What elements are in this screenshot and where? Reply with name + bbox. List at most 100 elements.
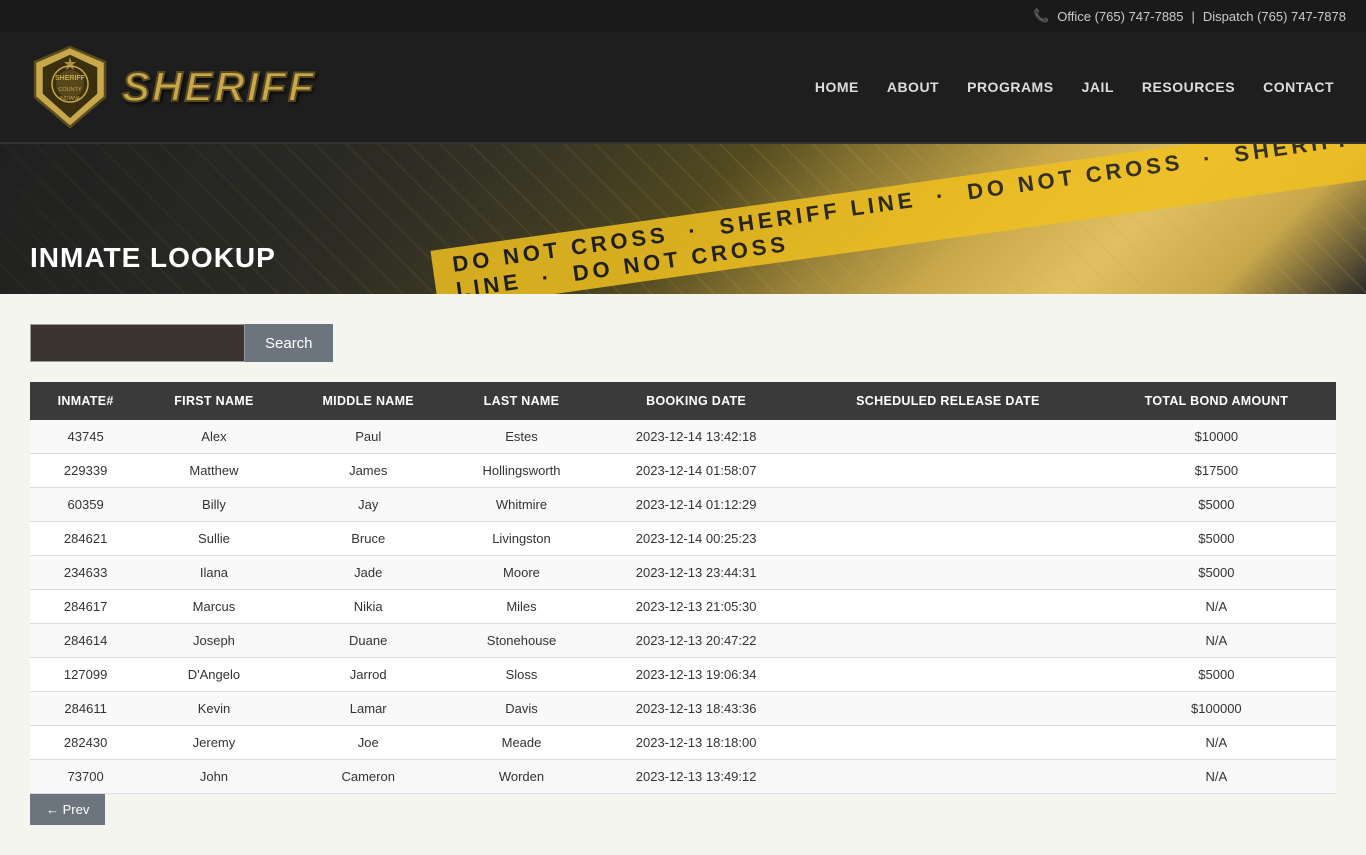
cell-1: John bbox=[141, 760, 286, 794]
cell-5 bbox=[799, 522, 1097, 556]
logo-area: SHERIFF COUNTY INDIANA SHERIFF bbox=[30, 42, 316, 132]
top-bar: 📞 Office (765) 747-7885 | Dispatch (765)… bbox=[0, 0, 1366, 32]
pagination: ← Prev bbox=[30, 794, 1336, 825]
cell-1: Marcus bbox=[141, 590, 286, 624]
cell-5 bbox=[799, 454, 1097, 488]
cell-0: 284614 bbox=[30, 624, 141, 658]
cell-3: Worden bbox=[450, 760, 593, 794]
col-first-name: FIRST NAME bbox=[141, 382, 286, 420]
svg-text:SHERIFF: SHERIFF bbox=[55, 75, 86, 82]
cell-4: 2023-12-14 00:25:23 bbox=[593, 522, 799, 556]
cell-4: 2023-12-14 13:42:18 bbox=[593, 420, 799, 454]
cell-0: 43745 bbox=[30, 420, 141, 454]
content-area: Search INMATE# FIRST NAME MIDDLE NAME LA… bbox=[0, 294, 1366, 855]
table-row: 43745AlexPaulEstes2023-12-14 13:42:18$10… bbox=[30, 420, 1336, 454]
cell-0: 284611 bbox=[30, 692, 141, 726]
separator: | bbox=[1192, 9, 1195, 24]
cell-1: Billy bbox=[141, 488, 286, 522]
nav-jail[interactable]: JAIL bbox=[1080, 75, 1116, 99]
page-title-section: INMATE LOOKUP bbox=[0, 232, 306, 284]
table-row: 234633IlanaJadeMoore2023-12-13 23:44:31$… bbox=[30, 556, 1336, 590]
search-button[interactable]: Search bbox=[245, 324, 333, 362]
cell-6: N/A bbox=[1097, 624, 1336, 658]
cell-4: 2023-12-13 23:44:31 bbox=[593, 556, 799, 590]
search-input[interactable] bbox=[30, 324, 245, 362]
cell-0: 229339 bbox=[30, 454, 141, 488]
cell-5 bbox=[799, 488, 1097, 522]
table-row: 229339MatthewJamesHollingsworth2023-12-1… bbox=[30, 454, 1336, 488]
cell-0: 282430 bbox=[30, 726, 141, 760]
table-row: 60359BillyJayWhitmire2023-12-14 01:12:29… bbox=[30, 488, 1336, 522]
table-row: 73700JohnCameronWorden2023-12-13 13:49:1… bbox=[30, 760, 1336, 794]
cell-6: $5000 bbox=[1097, 522, 1336, 556]
table-row: 284614JosephDuaneStonehouse2023-12-13 20… bbox=[30, 624, 1336, 658]
col-last-name: LAST NAME bbox=[450, 382, 593, 420]
cell-2: Jay bbox=[287, 488, 450, 522]
cell-5 bbox=[799, 726, 1097, 760]
nav-about[interactable]: ABOUT bbox=[885, 75, 941, 99]
table-row: 282430JeremyJoeMeade2023-12-13 18:18:00 N… bbox=[30, 726, 1336, 760]
table-row: 284617MarcusNikiaMiles2023-12-13 21:05:3… bbox=[30, 590, 1336, 624]
cell-4: 2023-12-13 18:43:36 bbox=[593, 692, 799, 726]
phone-icon: 📞 bbox=[1033, 8, 1049, 24]
cell-2: Duane bbox=[287, 624, 450, 658]
cell-3: Davis bbox=[450, 692, 593, 726]
cell-5 bbox=[799, 590, 1097, 624]
cell-1: Kevin bbox=[141, 692, 286, 726]
cell-3: Meade bbox=[450, 726, 593, 760]
cell-0: 234633 bbox=[30, 556, 141, 590]
col-inmate-num: INMATE# bbox=[30, 382, 141, 420]
svg-text:COUNTY: COUNTY bbox=[58, 87, 82, 93]
cell-3: Livingston bbox=[450, 522, 593, 556]
cell-1: Jeremy bbox=[141, 726, 286, 760]
prev-button[interactable]: ← Prev bbox=[30, 794, 105, 825]
table-header: INMATE# FIRST NAME MIDDLE NAME LAST NAME… bbox=[30, 382, 1336, 420]
nav-programs[interactable]: PROGRAMS bbox=[965, 75, 1055, 99]
cell-3: Miles bbox=[450, 590, 593, 624]
table-header-row: INMATE# FIRST NAME MIDDLE NAME LAST NAME… bbox=[30, 382, 1336, 420]
cell-0: 73700 bbox=[30, 760, 141, 794]
cell-1: Ilana bbox=[141, 556, 286, 590]
nav-home[interactable]: HOME bbox=[813, 75, 861, 99]
cell-6: N/A bbox=[1097, 726, 1336, 760]
cell-0: 60359 bbox=[30, 488, 141, 522]
table-row: 127099D'AngeloJarrodSloss2023-12-13 19:0… bbox=[30, 658, 1336, 692]
cell-5 bbox=[799, 556, 1097, 590]
cell-2: Nikia bbox=[287, 590, 450, 624]
cell-1: D'Angelo bbox=[141, 658, 286, 692]
cell-5 bbox=[799, 658, 1097, 692]
cell-1: Matthew bbox=[141, 454, 286, 488]
cell-6: $5000 bbox=[1097, 556, 1336, 590]
cell-1: Alex bbox=[141, 420, 286, 454]
nav-resources[interactable]: RESOURCES bbox=[1140, 75, 1237, 99]
cell-5 bbox=[799, 624, 1097, 658]
nav-contact[interactable]: CONTACT bbox=[1261, 75, 1336, 99]
site-logo-text: SHERIFF bbox=[122, 63, 316, 111]
table-body: 43745AlexPaulEstes2023-12-14 13:42:18 $10… bbox=[30, 420, 1336, 794]
sheriff-badge-icon: SHERIFF COUNTY INDIANA bbox=[30, 42, 110, 132]
cell-2: Lamar bbox=[287, 692, 450, 726]
cell-4: 2023-12-13 21:05:30 bbox=[593, 590, 799, 624]
header: SHERIFF COUNTY INDIANA SHERIFF HOME ABOU… bbox=[0, 32, 1366, 144]
cell-6: $5000 bbox=[1097, 658, 1336, 692]
cell-2: Paul bbox=[287, 420, 450, 454]
cell-4: 2023-12-14 01:58:07 bbox=[593, 454, 799, 488]
cell-3: Estes bbox=[450, 420, 593, 454]
main-nav: HOME ABOUT PROGRAMS JAIL RESOURCES CONTA… bbox=[813, 75, 1336, 99]
inmate-table: INMATE# FIRST NAME MIDDLE NAME LAST NAME… bbox=[30, 382, 1336, 794]
cell-2: Jade bbox=[287, 556, 450, 590]
cell-6: N/A bbox=[1097, 590, 1336, 624]
search-area: Search bbox=[30, 324, 1336, 362]
cell-4: 2023-12-13 19:06:34 bbox=[593, 658, 799, 692]
cell-1: Joseph bbox=[141, 624, 286, 658]
cell-6: $17500 bbox=[1097, 454, 1336, 488]
cell-4: 2023-12-13 18:18:00 bbox=[593, 726, 799, 760]
cell-4: 2023-12-14 01:12:29 bbox=[593, 488, 799, 522]
col-booking-date: BOOKING DATE bbox=[593, 382, 799, 420]
cell-4: 2023-12-13 20:47:22 bbox=[593, 624, 799, 658]
cell-2: Jarrod bbox=[287, 658, 450, 692]
cell-2: James bbox=[287, 454, 450, 488]
cell-6: $100000 bbox=[1097, 692, 1336, 726]
cell-2: Joe bbox=[287, 726, 450, 760]
dispatch-phone: Dispatch (765) 747-7878 bbox=[1203, 9, 1346, 24]
